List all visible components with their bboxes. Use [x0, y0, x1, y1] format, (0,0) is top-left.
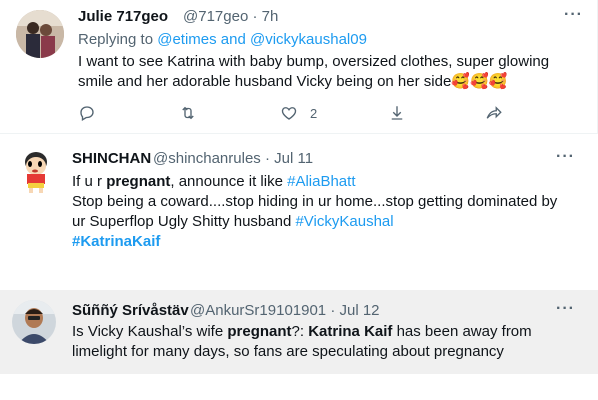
author-name[interactable]: Sũññý Srívåstäv	[72, 302, 189, 319]
meta-separator: ·	[264, 150, 270, 167]
tweet-time[interactable]: 7h	[262, 8, 279, 25]
more-icon[interactable]: ···	[556, 148, 575, 166]
text: , announce it like	[170, 173, 288, 190]
tweet-sunny[interactable]: Sũññý Srívåstäv @AnkurSr19101901 · Jul 1…	[0, 290, 598, 374]
reply-context: Replying to @etimes and @vickykaushal09	[78, 30, 367, 50]
like-count: 2	[310, 105, 318, 121]
tweet-text-line2: smile and her adorable husband Vicky bei…	[78, 73, 452, 90]
tweet-text-line1: I want to see Katrina with baby bump, ov…	[78, 53, 550, 70]
author-name[interactable]: SHINCHAN	[72, 150, 151, 167]
tweet-time[interactable]: Jul 12	[340, 302, 380, 319]
avatar[interactable]	[12, 300, 56, 344]
hashtag-link[interactable]: #VickyKaushal	[295, 213, 393, 230]
reply-button[interactable]	[78, 104, 96, 122]
like-button[interactable]: 2	[280, 104, 317, 122]
tweet-actions-cropped	[78, 264, 518, 269]
reply-to-link[interactable]: @etimes and @vickykaushal09	[157, 31, 367, 48]
download-button[interactable]	[388, 104, 406, 122]
more-icon[interactable]: ···	[564, 6, 583, 24]
meta-separator: ·	[330, 302, 336, 319]
author-handle[interactable]: @AnkurSr19101901	[190, 302, 326, 319]
text: Is Vicky Kaushal’s wife	[72, 323, 228, 340]
download-icon	[388, 104, 406, 122]
like-icon	[280, 104, 298, 122]
text: has been away from	[392, 323, 532, 340]
tweet-actions: 2	[78, 104, 518, 126]
text-bold: pregnant	[106, 173, 171, 190]
avatar[interactable]	[16, 150, 56, 194]
reply-prefix: Replying to	[78, 31, 158, 48]
avatar[interactable]	[16, 10, 64, 58]
share-icon	[484, 104, 504, 122]
divider	[0, 133, 598, 134]
text: ?:	[291, 323, 309, 340]
retweet-icon	[178, 104, 198, 122]
tweet-text-line2: Stop being a coward....stop hiding in ur…	[72, 193, 558, 210]
tweet-julie[interactable]: Julie 717geo @717geo · 7h ··· Replying t…	[0, 0, 598, 134]
hashtag-link[interactable]: #AliaBhatt	[287, 173, 355, 190]
text-bold: Katrina Kaif	[308, 323, 393, 340]
share-button[interactable]	[484, 104, 504, 122]
text-bold: pregnant	[227, 323, 292, 340]
text: ur Superflop Ugly Shitty husband	[72, 213, 296, 230]
tweet-text-line2: limelight for many days, so fans are spe…	[72, 343, 504, 360]
meta-separator: ·	[252, 8, 258, 25]
hashtag-link[interactable]: #KatrinaKaif	[72, 233, 160, 250]
tweet-shinchan[interactable]: SHINCHAN @shinchanrules · Jul 11 ··· If …	[0, 140, 598, 269]
author-handle[interactable]: @shinchanrules	[153, 150, 261, 167]
retweet-button[interactable]	[178, 104, 198, 122]
author-handle[interactable]: @717geo	[183, 8, 248, 25]
reply-icon	[78, 104, 96, 122]
tweet-time[interactable]: Jul 11	[274, 150, 313, 167]
author-name[interactable]: Julie 717geo	[78, 8, 168, 25]
emoji: 🥰🥰🥰	[451, 73, 508, 90]
text: If u r	[72, 173, 107, 190]
more-icon[interactable]: ···	[556, 300, 575, 318]
